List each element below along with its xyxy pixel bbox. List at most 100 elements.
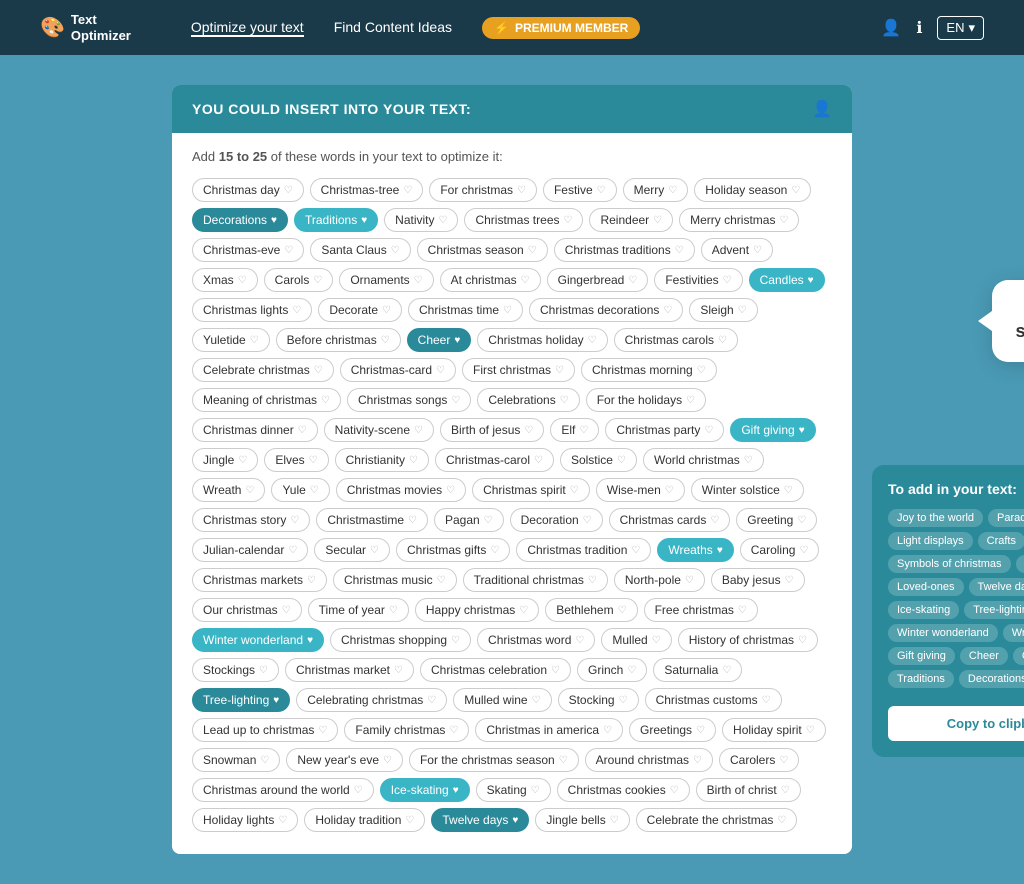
- tag-gift-giving[interactable]: Gift giving ♥: [730, 418, 815, 442]
- tag-carolers[interactable]: Carolers ♡: [719, 748, 799, 772]
- tag-christmas-tree[interactable]: Christmas-tree ♡: [310, 178, 424, 202]
- tag-festivities[interactable]: Festivities ♡: [654, 268, 742, 292]
- tag-at-christmas[interactable]: At christmas ♡: [440, 268, 541, 292]
- tag-saturnalia[interactable]: Saturnalia ♡: [653, 658, 742, 682]
- side-tag-ice-skating[interactable]: Ice-skating: [888, 601, 959, 619]
- tag-family-christmas[interactable]: Family christmas ♡: [344, 718, 469, 742]
- tag-traditions[interactable]: Traditions ♥: [294, 208, 378, 232]
- tag-first-christmas[interactable]: First christmas ♡: [462, 358, 575, 382]
- tag-bethlehem[interactable]: Bethlehem ♡: [545, 598, 637, 622]
- nav-optimize[interactable]: Optimize your text: [191, 19, 304, 37]
- tag-sleigh[interactable]: Sleigh ♡: [689, 298, 757, 322]
- tag-christmastime[interactable]: Christmastime ♡: [316, 508, 428, 532]
- tag-around-christmas[interactable]: Around christmas ♡: [585, 748, 713, 772]
- tag-winter-wonderland[interactable]: Winter wonderland ♥: [192, 628, 324, 652]
- tag-christmas-dinner[interactable]: Christmas dinner ♡: [192, 418, 318, 442]
- tag-christmas-time[interactable]: Christmas time ♡: [408, 298, 523, 322]
- nav-content-ideas[interactable]: Find Content Ideas: [334, 19, 452, 37]
- tag-skating[interactable]: Skating ♡: [476, 778, 551, 802]
- tag-celebrations[interactable]: Celebrations ♡: [477, 388, 579, 412]
- tag-christmas-market[interactable]: Christmas market ♡: [285, 658, 414, 682]
- tag-greeting[interactable]: Greeting ♡: [736, 508, 817, 532]
- side-tag-winter-wonderland[interactable]: Winter wonderland: [888, 624, 998, 642]
- side-tag-light-displays[interactable]: Light displays: [888, 532, 973, 550]
- tag-ice-skating[interactable]: Ice-skating ♥: [380, 778, 470, 802]
- tag-christmas-story[interactable]: Christmas story ♡: [192, 508, 310, 532]
- tag-elves[interactable]: Elves ♡: [264, 448, 328, 472]
- tag-christmas-cookies[interactable]: Christmas cookies ♡: [557, 778, 690, 802]
- tag-christmas-decorations[interactable]: Christmas decorations ♡: [529, 298, 683, 322]
- tag-mulled[interactable]: Mulled ♡: [601, 628, 671, 652]
- copy-to-clipboard-button[interactable]: Copy to clipboard: [888, 706, 1024, 741]
- tag-our-christmas[interactable]: Our christmas ♡: [192, 598, 302, 622]
- tag-christmas-carols[interactable]: Christmas carols ♡: [614, 328, 738, 352]
- tag-stockings[interactable]: Stockings ♡: [192, 658, 279, 682]
- tag-celebrate-christmas[interactable]: Celebrate christmas ♡: [192, 358, 334, 382]
- tag-decorate[interactable]: Decorate ♡: [318, 298, 402, 322]
- tag-christmas-gifts[interactable]: Christmas gifts ♡: [396, 538, 510, 562]
- tag-christmas-cards[interactable]: Christmas cards ♡: [609, 508, 731, 532]
- tag-birth-of-jesus[interactable]: Birth of jesus ♡: [440, 418, 544, 442]
- tag-pagan[interactable]: Pagan ♡: [434, 508, 504, 532]
- side-tag-loved-ones[interactable]: Loved-ones: [888, 578, 964, 596]
- tag-lead-up-to-christmas[interactable]: Lead up to christmas ♡: [192, 718, 338, 742]
- tag-elf[interactable]: Elf ♡: [550, 418, 599, 442]
- tag-nativity-scene[interactable]: Nativity-scene ♡: [324, 418, 434, 442]
- tag-candles[interactable]: Candles ♥: [749, 268, 825, 292]
- side-tag-crafts[interactable]: Crafts: [978, 532, 1024, 550]
- tag-cheer[interactable]: Cheer ♥: [407, 328, 472, 352]
- tag-festive[interactable]: Festive ♡: [543, 178, 617, 202]
- side-tag-decorations[interactable]: Decorations: [959, 670, 1024, 688]
- tag-christmas-customs[interactable]: Christmas customs ♡: [645, 688, 782, 712]
- tag-for-christmas[interactable]: For christmas ♡: [429, 178, 537, 202]
- tag-merry[interactable]: Merry ♡: [623, 178, 689, 202]
- side-tag-traditions[interactable]: Traditions: [888, 670, 954, 688]
- tag-grinch[interactable]: Grinch ♡: [577, 658, 647, 682]
- tag-traditional-christmas[interactable]: Traditional christmas ♡: [463, 568, 608, 592]
- tag-christmas-word[interactable]: Christmas word ♡: [477, 628, 595, 652]
- tag-christmas-in-america[interactable]: Christmas in america ♡: [475, 718, 623, 742]
- tag-carols[interactable]: Carols ♡: [264, 268, 334, 292]
- tag-christmas-shopping[interactable]: Christmas shopping ♡: [330, 628, 471, 652]
- tag-holiday-tradition[interactable]: Holiday tradition ♡: [304, 808, 425, 832]
- side-tag-twelve-days[interactable]: Twelve days: [969, 578, 1024, 596]
- tag-twelve-days[interactable]: Twelve days ♥: [431, 808, 529, 832]
- side-tag-cheer[interactable]: Cheer: [960, 647, 1008, 665]
- tag-christmas-holiday[interactable]: Christmas holiday ♡: [477, 328, 607, 352]
- tag-christmas-trees[interactable]: Christmas trees ♡: [464, 208, 583, 232]
- side-tag-candles[interactable]: Candles: [1013, 647, 1024, 665]
- tag-time-of-year[interactable]: Time of year ♡: [308, 598, 409, 622]
- tag-winter-solstice[interactable]: Winter solstice ♡: [691, 478, 804, 502]
- tag-christmas-around-the-world[interactable]: Christmas around the world ♡: [192, 778, 374, 802]
- tag-north-pole[interactable]: North-pole ♡: [614, 568, 705, 592]
- tag-caroling[interactable]: Caroling ♡: [740, 538, 820, 562]
- tag-christmas-morning[interactable]: Christmas morning ♡: [581, 358, 717, 382]
- share-icon[interactable]: 👤: [812, 99, 832, 119]
- tag-christmas-tradition[interactable]: Christmas tradition ♡: [516, 538, 651, 562]
- tag-secular[interactable]: Secular ♡: [314, 538, 390, 562]
- tag-happy-christmas[interactable]: Happy christmas ♡: [415, 598, 539, 622]
- tag-decoration[interactable]: Decoration ♡: [510, 508, 603, 532]
- tag-mulled-wine[interactable]: Mulled wine ♡: [453, 688, 551, 712]
- tag-snowman[interactable]: Snowman ♡: [192, 748, 280, 772]
- tag-christmas-party[interactable]: Christmas party ♡: [605, 418, 724, 442]
- tag-christmas-carol[interactable]: Christmas-carol ♡: [435, 448, 554, 472]
- tag-jingle-bells[interactable]: Jingle bells ♡: [535, 808, 629, 832]
- tag-before-christmas[interactable]: Before christmas ♡: [276, 328, 401, 352]
- tag-christmas-markets[interactable]: Christmas markets ♡: [192, 568, 327, 592]
- tag-christmas-music[interactable]: Christmas music ♡: [333, 568, 457, 592]
- tag-holiday-lights[interactable]: Holiday lights ♡: [192, 808, 298, 832]
- tag-xmas[interactable]: Xmas ♡: [192, 268, 258, 292]
- tag-wreath[interactable]: Wreath ♡: [192, 478, 265, 502]
- tag-christmas-songs[interactable]: Christmas songs ♡: [347, 388, 471, 412]
- tag-jingle[interactable]: Jingle ♡: [192, 448, 258, 472]
- tag-new-year's-eve[interactable]: New year's eve ♡: [286, 748, 403, 772]
- side-tag-festival-of-lights[interactable]: Festival of lights: [1016, 555, 1024, 573]
- side-tag-tree-lighting[interactable]: Tree-lighting: [964, 601, 1024, 619]
- tag-holiday-season[interactable]: Holiday season ♡: [694, 178, 811, 202]
- tag-santa-claus[interactable]: Santa Claus ♡: [310, 238, 410, 262]
- tag-stocking[interactable]: Stocking ♡: [558, 688, 639, 712]
- tag-wise-men[interactable]: Wise-men ♡: [596, 478, 685, 502]
- tag-world-christmas[interactable]: World christmas ♡: [643, 448, 764, 472]
- tag-for-the-christmas-season[interactable]: For the christmas season ♡: [409, 748, 579, 772]
